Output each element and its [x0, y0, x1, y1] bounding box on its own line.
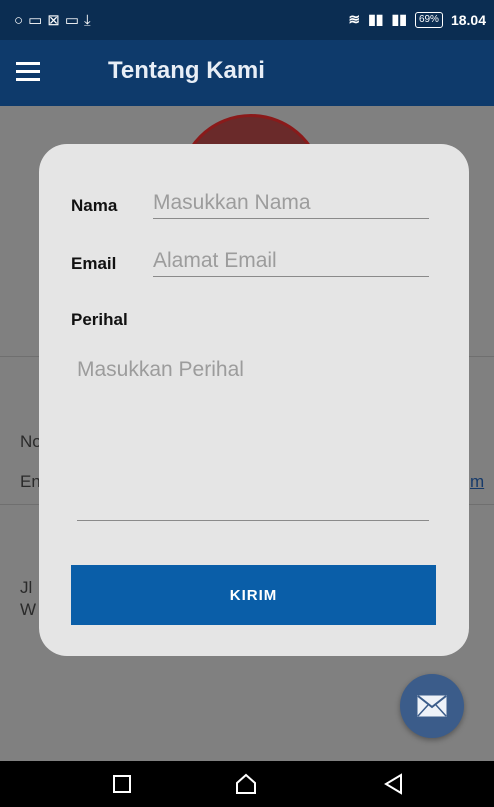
- navigation-bar: [0, 761, 494, 807]
- back-button[interactable]: [364, 761, 424, 807]
- circle-icon: ○: [14, 12, 29, 29]
- mail-fab-button[interactable]: [400, 674, 464, 738]
- notification-icons: ○▭⊠▭⤓: [14, 11, 96, 29]
- email-label: Email: [71, 254, 117, 273]
- recent-apps-button[interactable]: [92, 761, 152, 807]
- home-button[interactable]: [216, 761, 276, 807]
- submit-button[interactable]: KIRIM: [71, 565, 436, 625]
- wifi-icon: ≋: [348, 11, 361, 27]
- name-input[interactable]: [153, 188, 429, 219]
- address-line-1: Jl: [20, 578, 33, 597]
- chat-icon: ▭: [28, 12, 48, 29]
- app-bar: Tentang Kami: [0, 40, 494, 106]
- download-icon: ⤓: [84, 12, 96, 29]
- name-label: Nama: [71, 196, 118, 215]
- battery-indicator: 69%: [414, 11, 443, 28]
- subject-label: Perihal: [71, 310, 128, 329]
- subject-textarea[interactable]: [77, 358, 429, 521]
- contact-email-label: En: [20, 472, 41, 491]
- image-icon: ⊠: [47, 12, 65, 29]
- signal-icon: ▮▮: [368, 11, 384, 27]
- signal-icon: ▮▮: [391, 11, 407, 27]
- home-icon: [236, 773, 256, 794]
- recent-apps-icon: [113, 775, 131, 793]
- page-title: Tentang Kami: [108, 57, 265, 84]
- contact-dialog: Nama Email Perihal KIRIM: [39, 144, 469, 656]
- status-bar: ○▭⊠▭⤓ ≋ ▮▮ ▮▮ 69% 18.04: [0, 0, 494, 40]
- mail-icon: [417, 695, 447, 717]
- contact-email-link[interactable]: m: [470, 472, 484, 492]
- back-icon: [384, 773, 402, 795]
- system-icons: ≋ ▮▮ ▮▮ 69% 18.04: [348, 11, 486, 28]
- email-input[interactable]: [153, 246, 429, 277]
- laptop-icon: ▭: [64, 12, 85, 29]
- address-line-2: W: [20, 600, 37, 619]
- hamburger-menu-icon[interactable]: [16, 62, 40, 82]
- clock: 18.04: [450, 11, 486, 28]
